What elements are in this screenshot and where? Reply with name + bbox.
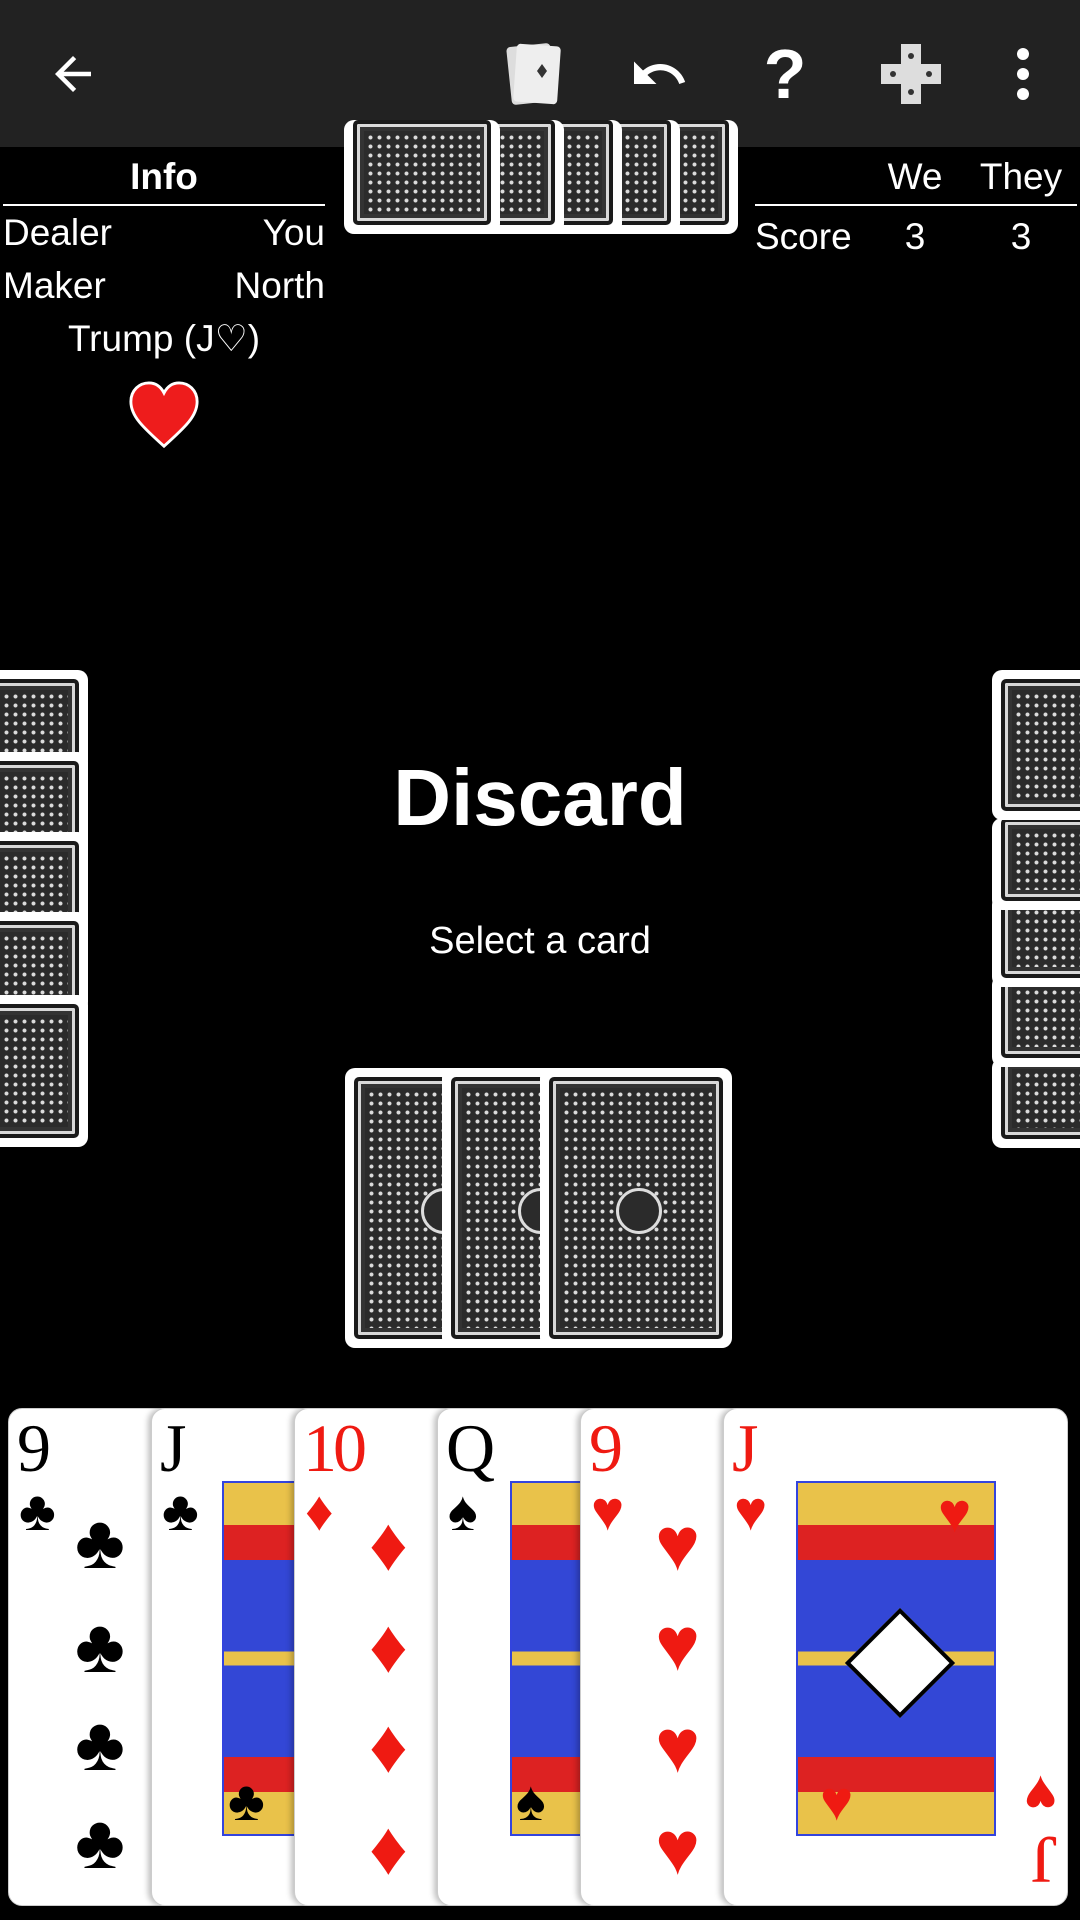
diamond-pip-icon: ♦ — [369, 1806, 408, 1891]
heart-icon — [129, 381, 199, 449]
score-row: Score 3 3 — [755, 206, 1077, 268]
card-suit: ♥ — [734, 1479, 768, 1542]
heart-pip-icon: ♥ — [655, 1602, 701, 1687]
card-rank: 9 — [589, 1410, 623, 1486]
score-label: Score — [755, 216, 852, 257]
heart-pip-icon: ♥ — [938, 1481, 972, 1544]
heart-pip-icon: ♥ — [655, 1806, 701, 1891]
diamond-pip-icon: ♦ — [369, 1604, 408, 1689]
card-suit: ♥ — [591, 1479, 625, 1542]
spade-pip-icon: ♠ — [516, 1769, 546, 1832]
card-rank: 9 — [17, 1410, 51, 1486]
back-arrow-icon[interactable] — [18, 0, 128, 147]
more-vert-icon[interactable] — [968, 0, 1078, 147]
dealer-row: Dealer You — [3, 206, 325, 259]
heart-pip-icon: ♥ — [820, 1769, 854, 1832]
maker-value: North — [234, 265, 325, 306]
jack-face-icon: ♥ ♥ — [796, 1481, 996, 1836]
card-suit: ♠ — [448, 1479, 478, 1542]
north-card — [344, 120, 500, 234]
card-rank: J — [160, 1410, 187, 1486]
we-score: 3 — [904, 216, 926, 257]
maker-row: Maker North — [3, 259, 325, 312]
score-panel: We They Score 3 3 — [755, 150, 1077, 268]
dealer-value: You — [262, 212, 325, 253]
east-card — [992, 1058, 1080, 1148]
help-icon[interactable]: ? — [730, 0, 840, 147]
face-emblem — [844, 1607, 956, 1718]
info-title: Info — [3, 150, 325, 206]
maker-label: Maker — [3, 265, 106, 306]
phase-title: Discard — [393, 753, 687, 842]
club-pip-icon: ♣ — [75, 1702, 125, 1787]
svg-text:?: ? — [764, 42, 807, 106]
east-card — [992, 975, 1080, 1067]
diamond-pip-icon: ♦ — [369, 1704, 408, 1789]
card-rank: Q — [446, 1410, 495, 1486]
prompt-text: Select a card — [429, 920, 651, 962]
score-header: We They — [755, 150, 1077, 206]
card-rank-inverted: J — [1034, 1822, 1057, 1898]
dealer-label: Dealer — [3, 212, 112, 253]
club-pip-icon: ♣ — [228, 1769, 265, 1832]
they-header: They — [979, 156, 1063, 197]
info-panel: Info Dealer You Maker North Trump (J♡) — [3, 150, 325, 365]
card-rank: J — [732, 1410, 759, 1486]
they-score: 3 — [1010, 216, 1032, 257]
card-suit: ♣ — [19, 1479, 56, 1542]
diamond-pip-icon: ♦ — [369, 1502, 408, 1587]
club-pip-icon: ♣ — [75, 1500, 125, 1585]
club-pip-icon: ♣ — [75, 1604, 125, 1689]
west-card — [0, 995, 88, 1147]
card-suit: ♦ — [305, 1479, 334, 1542]
club-pip-icon: ♣ — [75, 1800, 125, 1885]
we-header: We — [887, 156, 943, 197]
dpad-icon[interactable] — [856, 0, 966, 147]
hand-card-j-hearts[interactable]: J ♥ ♥ ♥ J ♥ — [723, 1408, 1068, 1906]
trump-label: Trump (J♡) — [67, 318, 261, 359]
heart-pip-icon: ♥ — [655, 1704, 701, 1789]
card-suit: ♣ — [162, 1479, 199, 1542]
kitty-card — [540, 1068, 732, 1348]
card-rank: 10 — [303, 1410, 367, 1486]
heart-pip-icon: ♥ — [655, 1502, 701, 1587]
card-suit-inverted: ♥ — [1023, 1764, 1057, 1827]
